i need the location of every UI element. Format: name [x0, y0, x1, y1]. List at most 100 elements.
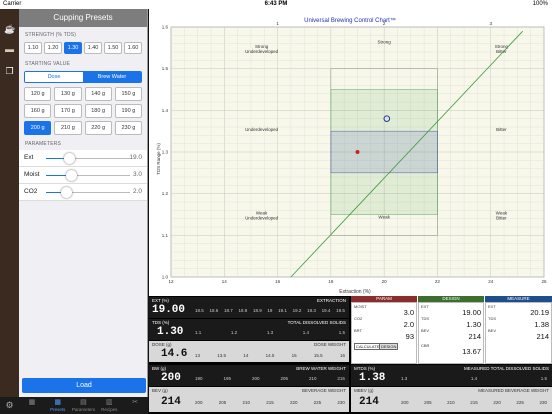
- value-option[interactable]: 170 g: [54, 104, 82, 118]
- slider-track-filled: [46, 175, 66, 176]
- region-label: Underdeveloped: [245, 127, 279, 132]
- gear-icon[interactable]: ⚙: [0, 397, 19, 414]
- bev-scale[interactable]: 200 205 210 215 220 225 230: [195, 400, 345, 405]
- x-tick-label: 24: [488, 279, 494, 284]
- value-option[interactable]: 210 g: [54, 121, 82, 135]
- status-bar: Carrier 6:43 PM 100%: [0, 0, 552, 9]
- value-option[interactable]: 180 g: [84, 104, 112, 118]
- ext-scale-tick: 18.7: [223, 308, 233, 313]
- mtds-gauge-value: 1.38: [359, 372, 386, 384]
- dose-gauge: DOSE (g) DOSE WEIGHT 14.6 13 13.5 14 14.5 15…: [149, 341, 349, 362]
- presets-icon: ▦: [54, 399, 61, 406]
- strength-option-selected[interactable]: 1.30: [64, 42, 82, 54]
- dose-scale[interactable]: 13 13.5 14 14.5 15 15.5 16: [195, 353, 345, 358]
- dose-toggle[interactable]: Dose: [25, 72, 83, 82]
- clock: 6:43 PM: [264, 1, 288, 7]
- cup-icon[interactable]: ☕: [4, 25, 15, 34]
- bw-scale-tick: 205: [280, 376, 288, 381]
- value-option-selected[interactable]: 200 g: [24, 121, 52, 135]
- ext-measure-label: EXT: [488, 304, 496, 309]
- y-tick-label: 1.4: [162, 108, 169, 113]
- co2-label: CO2: [24, 188, 38, 195]
- squares-icon[interactable]: ❐: [4, 67, 15, 76]
- co2-value: 2.0: [132, 188, 142, 195]
- x-tick-label: 22: [435, 279, 441, 284]
- ext-measure-value: 20.19: [530, 308, 549, 317]
- tab-grid[interactable]: ▦: [19, 397, 45, 414]
- panel-title: Cupping Presets: [19, 9, 147, 27]
- design-button[interactable]: DESIGN: [379, 343, 399, 350]
- tds-gauge: TDS (%) TOTAL DISSOLVED SOLIDS 1.30 1.1 1…: [149, 319, 349, 340]
- moist-cell-value: 3.0: [403, 308, 414, 317]
- ext-scale[interactable]: 18.5 18.6 18.7 18.8 18.9 19 19.1 19.2 19.3 19.4 19…: [195, 308, 345, 313]
- moist-label: Moist: [24, 171, 40, 178]
- value-option[interactable]: 230 g: [114, 121, 142, 135]
- bev-gauge-value: 214: [161, 396, 181, 408]
- value-option[interactable]: 150 g: [114, 87, 142, 101]
- x-tick-label: 16: [275, 279, 281, 284]
- mbev-scale[interactable]: 200 205 210 215 220 225 230: [401, 400, 547, 405]
- moist-slider[interactable]: [66, 170, 77, 181]
- slider-track-filled: [46, 158, 64, 159]
- mtds-scale-tick: 1.3: [401, 376, 408, 381]
- brewing-chart-svg: Universal Brewing Control Chart™ 12 14 16 1…: [156, 17, 547, 295]
- strength-option[interactable]: 1.20: [44, 42, 62, 54]
- bw-scale[interactable]: 190 195 200 205 210 215: [195, 376, 345, 381]
- value-option[interactable]: 220 g: [84, 121, 112, 135]
- y-tick-label: 1.6: [162, 25, 169, 30]
- dose-scale-tick: 15: [291, 353, 297, 358]
- load-button[interactable]: Load: [22, 378, 146, 393]
- tds-scale-tick: 1.4: [302, 330, 310, 335]
- zone-target: [330, 130, 438, 174]
- strength-option[interactable]: 1.40: [84, 42, 102, 54]
- bev-measure-label: BEV: [488, 328, 497, 333]
- x-tick-label: 14: [222, 279, 228, 284]
- recipes-icon: ▥: [105, 399, 113, 406]
- value-option[interactable]: 160 g: [24, 104, 52, 118]
- bev-scale-tick: 215: [266, 400, 274, 405]
- tab-bar: ⚙ ▦ ▦ Presets ▤ Parameters ▥ Recipes ✂: [0, 397, 148, 414]
- mbev-scale-tick: 205: [424, 400, 432, 405]
- co2-slider[interactable]: [61, 187, 72, 198]
- bev-scale-tick: 220: [289, 400, 298, 405]
- ext-scale-tick: 18.8: [238, 308, 248, 313]
- tab-presets-label: Presets: [50, 407, 66, 412]
- tab-recipes[interactable]: ▥ Recipes: [96, 397, 122, 414]
- x-tick-label: 26: [541, 279, 547, 284]
- cbr-design-value: 13.67: [462, 347, 481, 356]
- moist-value: 3.0: [132, 171, 142, 178]
- mtds-gauge: MTDS (%) MEASURED TOTAL DISSOLVED SOLIDS…: [351, 365, 552, 386]
- ext-scale-tick: 18.5: [195, 308, 204, 313]
- value-grid: 120 g 130 g 140 g 150 g 160 g 170 g 180 …: [19, 87, 147, 135]
- tab-tools[interactable]: ✂: [122, 397, 148, 414]
- tab-presets[interactable]: ▦ Presets: [45, 397, 71, 414]
- x-axis-label: Extraction (%): [339, 289, 371, 295]
- tools-icon: ✂: [132, 399, 139, 406]
- ext-scale-tick: 19.1: [278, 308, 287, 313]
- tds-scale[interactable]: 1.1 1.2 1.3 1.4 1.5: [195, 330, 345, 335]
- ext-scale-tick: 18.6: [209, 308, 219, 313]
- value-option[interactable]: 140 g: [84, 87, 112, 101]
- tab-parameters[interactable]: ▤ Parameters: [71, 397, 97, 414]
- ext-slider[interactable]: [64, 153, 75, 164]
- parameters-header: PARAMETERS: [25, 141, 62, 147]
- strength-option[interactable]: 1.50: [104, 42, 122, 54]
- mtds-scale[interactable]: 1.3 1.4 1.5: [401, 376, 547, 381]
- brew-water-toggle[interactable]: Brew Water: [83, 72, 141, 82]
- strength-option[interactable]: 1.10: [24, 42, 42, 54]
- mbev-gauge-label: MBEV (g): [354, 388, 374, 393]
- value-option[interactable]: 120 g: [24, 87, 52, 101]
- strength-option[interactable]: 1.60: [124, 42, 142, 54]
- grinder-icon[interactable]: ▬: [4, 45, 15, 54]
- bev-scale-tick: 205: [218, 400, 227, 405]
- bw-scale-tick: 200: [251, 376, 260, 381]
- top-tick-label: 1: [276, 21, 279, 26]
- ext-scale-tick: 19.2: [292, 308, 302, 313]
- bev-scale-tick: 230: [337, 400, 345, 405]
- x-tick-label: 12: [168, 279, 174, 284]
- value-option[interactable]: 190 g: [114, 104, 142, 118]
- bw-scale-tick: 215: [337, 376, 345, 381]
- value-option[interactable]: 130 g: [54, 87, 82, 101]
- calculate-button[interactable]: CALCULATE: [354, 343, 382, 350]
- dose-gauge-label: DOSE (g): [152, 342, 172, 347]
